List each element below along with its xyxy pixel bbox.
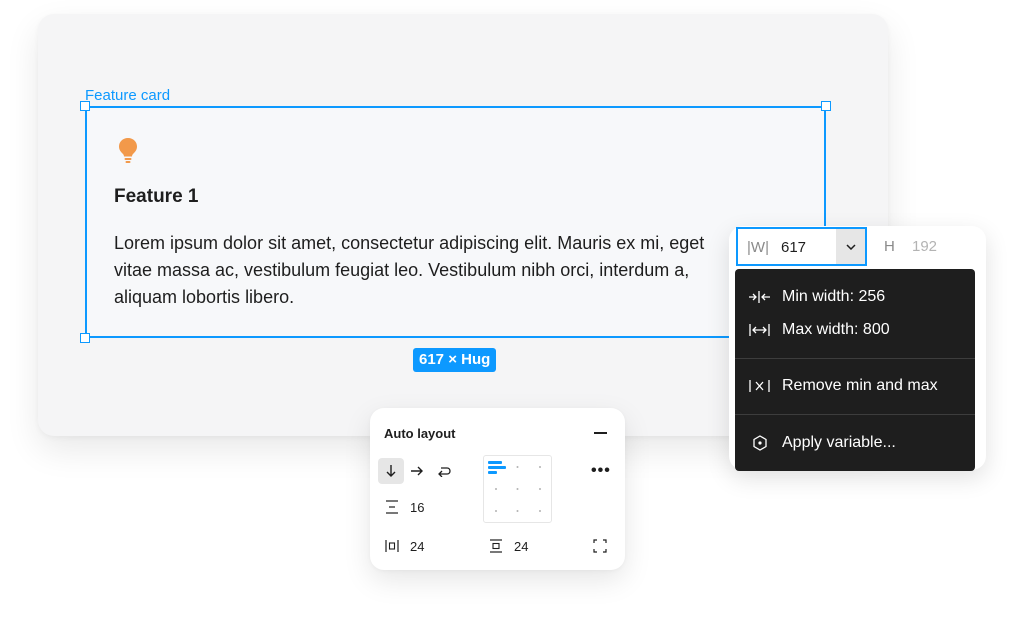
direction-vertical-button[interactable] xyxy=(378,458,404,484)
vertical-padding-icon xyxy=(488,538,504,559)
gap-value[interactable]: 16 xyxy=(410,500,424,515)
align-top-left-icon xyxy=(488,461,541,512)
menu-divider xyxy=(735,358,975,359)
resize-handle-top-right[interactable] xyxy=(821,101,831,111)
size-badge: 617 × Hug xyxy=(413,348,497,372)
width-label: |W| xyxy=(747,239,769,256)
card-title: Feature 1 xyxy=(114,186,199,207)
resize-handle-top-left[interactable] xyxy=(80,101,90,111)
height-label: H xyxy=(884,238,895,255)
variable-icon xyxy=(748,434,772,452)
width-value[interactable]: 617 xyxy=(781,239,806,256)
direction-horizontal-button[interactable] xyxy=(404,458,430,484)
menu-item-label: Min width: 256 xyxy=(782,288,886,305)
height-value[interactable]: 192 xyxy=(912,238,937,255)
card-body-text: Lorem ipsum dolor sit amet, consectetur … xyxy=(114,233,705,307)
gap-icon xyxy=(384,499,400,520)
auto-layout-title: Auto layout xyxy=(384,426,456,441)
menu-item-remove-min-max[interactable]: Remove min and max xyxy=(735,372,975,400)
menu-item-min-width[interactable]: Min width: 256 xyxy=(735,283,975,311)
menu-item-max-width[interactable]: Max width: 800 xyxy=(735,316,975,344)
max-width-icon xyxy=(748,321,772,339)
horizontal-padding-value[interactable]: 24 xyxy=(410,539,424,554)
more-options-icon[interactable]: ••• xyxy=(591,462,611,480)
menu-item-apply-variable[interactable]: Apply variable... xyxy=(735,429,975,457)
chevron-down-icon[interactable] xyxy=(836,229,865,264)
direction-wrap-button[interactable] xyxy=(431,458,457,484)
menu-item-label: Apply variable... xyxy=(782,434,896,451)
remove-min-max-icon xyxy=(748,377,772,395)
frame-label[interactable]: Feature card xyxy=(85,87,170,104)
arrow-down-icon xyxy=(386,465,396,477)
lightbulb-icon xyxy=(118,137,138,168)
vertical-padding-value[interactable]: 24 xyxy=(514,539,528,554)
remove-auto-layout-icon[interactable] xyxy=(594,432,607,434)
individual-padding-icon[interactable] xyxy=(592,538,608,559)
resize-handle-bottom-left[interactable] xyxy=(80,333,90,343)
width-field[interactable]: |W| 617 xyxy=(736,227,867,266)
menu-divider xyxy=(735,414,975,415)
width-dropdown-menu: Min width: 256 Max width: 800 Remove min… xyxy=(735,269,975,471)
wrap-icon xyxy=(438,467,451,477)
min-width-icon xyxy=(748,288,772,306)
arrow-right-icon xyxy=(411,466,423,476)
menu-item-label: Remove min and max xyxy=(782,377,938,394)
alignment-grid[interactable] xyxy=(483,455,552,523)
menu-item-label: Max width: 800 xyxy=(782,321,890,338)
horizontal-padding-icon xyxy=(384,538,400,559)
